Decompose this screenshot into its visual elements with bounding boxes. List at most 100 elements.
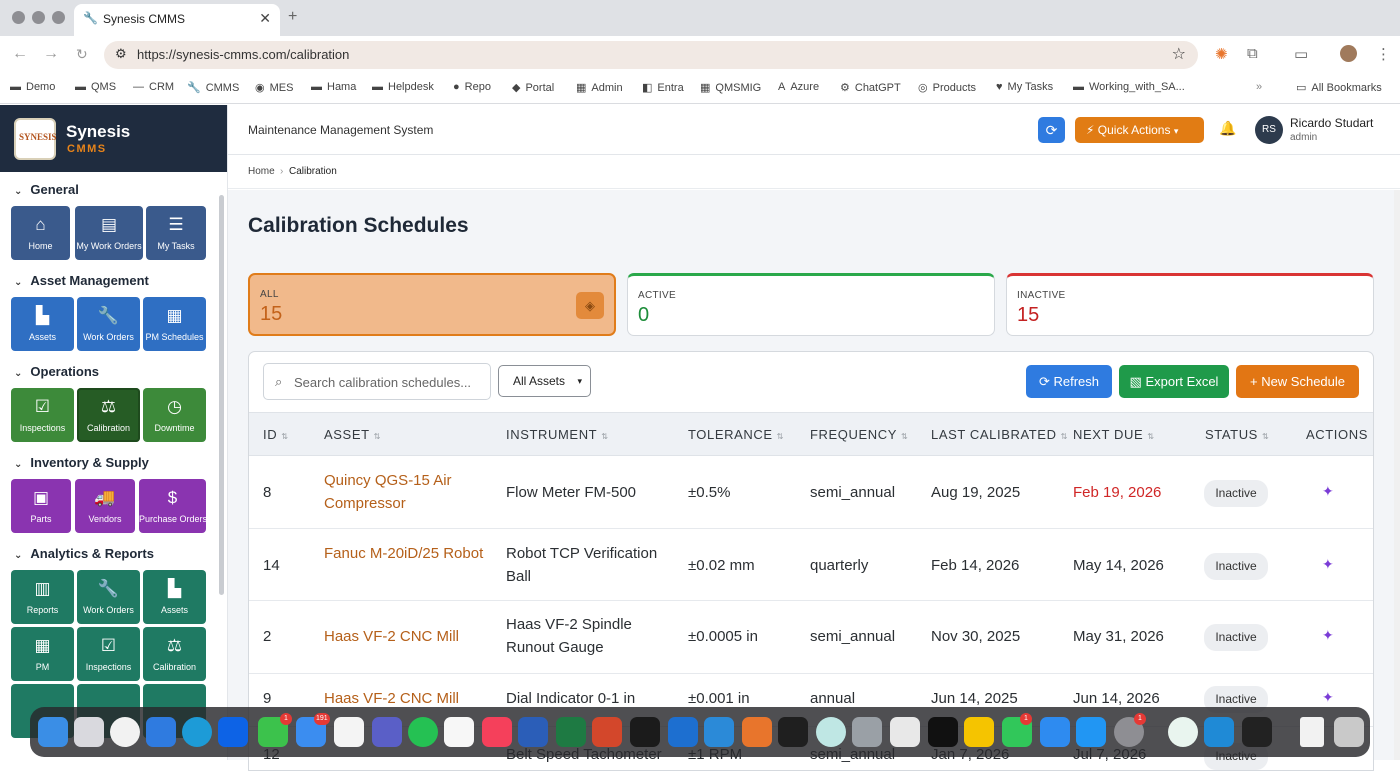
search-box[interactable]: ⌕ <box>263 363 491 400</box>
breadcrumb-home[interactable]: Home <box>248 166 275 177</box>
bookmark-item[interactable]: ▬ Working_with_SA... <box>1073 81 1185 93</box>
bookmark-item[interactable]: ▬ QMS <box>75 81 116 93</box>
sidebar-item-parts[interactable]: ▣ Parts <box>11 479 71 533</box>
menu-icon[interactable]: ⋮ <box>1376 45 1391 63</box>
clock-app-icon[interactable] <box>816 717 846 747</box>
search-input[interactable] <box>294 372 484 392</box>
bell-icon[interactable]: 🔔 <box>1219 120 1236 137</box>
sidebar-item-report-calibration[interactable]: ⚖ Calibration <box>143 627 206 681</box>
sidebar-item-purchase-orders[interactable]: $ Purchase Orders <box>139 479 207 533</box>
calibrate-action-icon[interactable]: ✦ <box>1322 689 1334 706</box>
bookmark-item[interactable]: ⚙ ChatGPT <box>840 81 901 94</box>
more-bookmarks-icon[interactable]: » <box>1256 81 1262 93</box>
new-schedule-button[interactable]: + New Schedule <box>1236 365 1359 398</box>
browser-tab[interactable]: 🔧 Synesis CMMS ✕ <box>74 4 280 36</box>
chrome-icon[interactable] <box>110 717 140 747</box>
bookmark-item[interactable]: ◎ Products <box>918 81 976 94</box>
teams-icon[interactable] <box>372 717 402 747</box>
profile-avatar[interactable] <box>1340 45 1357 62</box>
extension-icon[interactable]: ✺ <box>1215 45 1228 63</box>
sidebar-item-report-inspections[interactable]: ☑ Inspections <box>77 627 140 681</box>
asset-filter-select[interactable]: All Assets ▾ <box>498 365 591 397</box>
bookmark-item[interactable]: — CRM <box>133 81 174 93</box>
stocks-icon[interactable] <box>1242 717 1272 747</box>
back-icon[interactable]: ← <box>12 45 28 63</box>
avatar[interactable]: RS <box>1255 116 1283 144</box>
section-operations[interactable]: ⌄ Operations <box>14 364 99 379</box>
powerpoint-icon[interactable] <box>592 717 622 747</box>
sidebar-item-my-tasks[interactable]: ☰ My Tasks <box>146 206 206 260</box>
column-header-last-calibrated[interactable]: LAST CALIBRATED ⇅ <box>931 427 1068 442</box>
grammarly-icon[interactable] <box>1168 717 1198 747</box>
sidebar-item-downtime[interactable]: ◷ Downtime <box>143 388 206 442</box>
apple-tv-icon[interactable] <box>928 717 958 747</box>
q-app-icon[interactable] <box>1040 717 1070 747</box>
whatsapp-icon[interactable] <box>408 717 438 747</box>
all-bookmarks-folder[interactable]: ▭ All Bookmarks <box>1296 81 1382 94</box>
section-inventory-supply[interactable]: ⌄ Inventory & Supply <box>14 455 149 470</box>
reload-icon[interactable]: ↻ <box>76 46 88 63</box>
s-app-icon[interactable] <box>704 717 734 747</box>
terminal-icon[interactable] <box>630 717 660 747</box>
asset-link[interactable]: Haas VF-2 CNC Mill <box>324 625 499 648</box>
bookmark-star-icon[interactable]: ☆ <box>1172 44 1186 64</box>
column-header-status[interactable]: STATUS ⇅ <box>1205 427 1269 442</box>
bookmark-item[interactable]: A Azure <box>778 81 819 93</box>
app-store-icon[interactable] <box>1076 717 1106 747</box>
section-general[interactable]: ⌄ General <box>14 182 79 197</box>
calibrate-action-icon[interactable]: ✦ <box>1322 483 1334 500</box>
column-header-instrument[interactable]: INSTRUMENT ⇅ <box>506 427 609 442</box>
column-header-id[interactable]: ID ⇅ <box>263 427 289 442</box>
sidebar-item-inspections[interactable]: ☑ Inspections <box>11 388 74 442</box>
table-row[interactable]: 8 Quincy QGS-15 Air Compressor Flow Mete… <box>249 457 1373 529</box>
forward-icon[interactable]: → <box>43 45 59 63</box>
sidebar-scrollbar[interactable] <box>219 195 224 595</box>
windows-app-icon[interactable] <box>146 717 176 747</box>
stat-card-active[interactable]: ACTIVE 0 <box>627 273 995 336</box>
table-row[interactable]: 14 Fanuc M-20iD/25 Robot Robot TCP Verif… <box>249 530 1373 601</box>
trash-icon[interactable] <box>1334 717 1364 747</box>
bookmark-item[interactable]: 🔧 CMMS <box>187 81 239 94</box>
bookmark-item[interactable]: ▦ Admin <box>576 81 623 94</box>
sidebar-item-report-pm[interactable]: ▦ PM <box>11 627 74 681</box>
excel-icon[interactable] <box>556 717 586 747</box>
activity-monitor-icon[interactable] <box>778 717 808 747</box>
export-excel-button[interactable]: ▧ Export Excel <box>1119 365 1229 398</box>
sync-button[interactable]: ⟳ <box>1038 117 1065 143</box>
finder-icon[interactable] <box>38 717 68 747</box>
sidebar-item-report-work-orders[interactable]: 🔧 Work Orders <box>77 570 140 624</box>
word-icon[interactable] <box>518 717 548 747</box>
asset-link[interactable]: Fanuc M-20iD/25 Robot <box>324 542 484 565</box>
address-bar[interactable]: ⚙ https://synesis-cmms.com/calibration ☆ <box>104 41 1198 69</box>
close-tab-icon[interactable]: ✕ <box>259 10 271 27</box>
column-header-tolerance[interactable]: TOLERANCE ⇅ <box>688 427 784 442</box>
calibrate-action-icon[interactable]: ✦ <box>1322 556 1334 573</box>
stat-card-inactive[interactable]: INACTIVE 15 <box>1006 273 1374 336</box>
sidebar-item-my-work-orders[interactable]: ▤ My Work Orders <box>75 206 143 260</box>
sidebar-item-calibration[interactable]: ⚖ Calibration <box>77 388 140 442</box>
table-row[interactable]: 2 Haas VF-2 CNC Mill Haas VF-2 Spindle R… <box>249 602 1373 674</box>
sidebar-item-work-orders[interactable]: 🔧 Work Orders <box>77 297 140 351</box>
music-icon[interactable] <box>482 717 512 747</box>
launchpad-icon[interactable] <box>74 717 104 747</box>
calibrate-action-icon[interactable]: ✦ <box>1322 627 1334 644</box>
edge-icon[interactable] <box>182 717 212 747</box>
bookmark-item[interactable]: ◆ Portal <box>512 81 554 94</box>
bookmark-item[interactable]: ▬ Helpdesk <box>372 81 434 93</box>
photos-icon[interactable] <box>444 717 474 747</box>
calendar-app-icon[interactable] <box>334 717 364 747</box>
main-scrollbar[interactable] <box>1394 190 1400 760</box>
dropbox-icon[interactable] <box>218 717 248 747</box>
vscode-icon[interactable] <box>1204 717 1234 747</box>
sidebar-item-report-assets[interactable]: ▙ Assets <box>143 570 206 624</box>
new-tab-icon[interactable]: + <box>288 8 297 26</box>
preview-icon[interactable] <box>964 717 994 747</box>
asset-link[interactable]: Quincy QGS-15 Air Compressor <box>324 469 494 515</box>
window-zoom-button[interactable] <box>52 11 65 24</box>
bookmark-item[interactable]: ◧ Entra <box>642 81 684 94</box>
claude-icon[interactable] <box>742 717 772 747</box>
section-asset-management[interactable]: ⌄ Asset Management <box>14 273 149 288</box>
column-header-next-due[interactable]: NEXT DUE ⇅ <box>1073 427 1155 442</box>
bookmark-item[interactable]: ▬ Demo <box>10 81 55 93</box>
outlook-icon[interactable] <box>668 717 698 747</box>
